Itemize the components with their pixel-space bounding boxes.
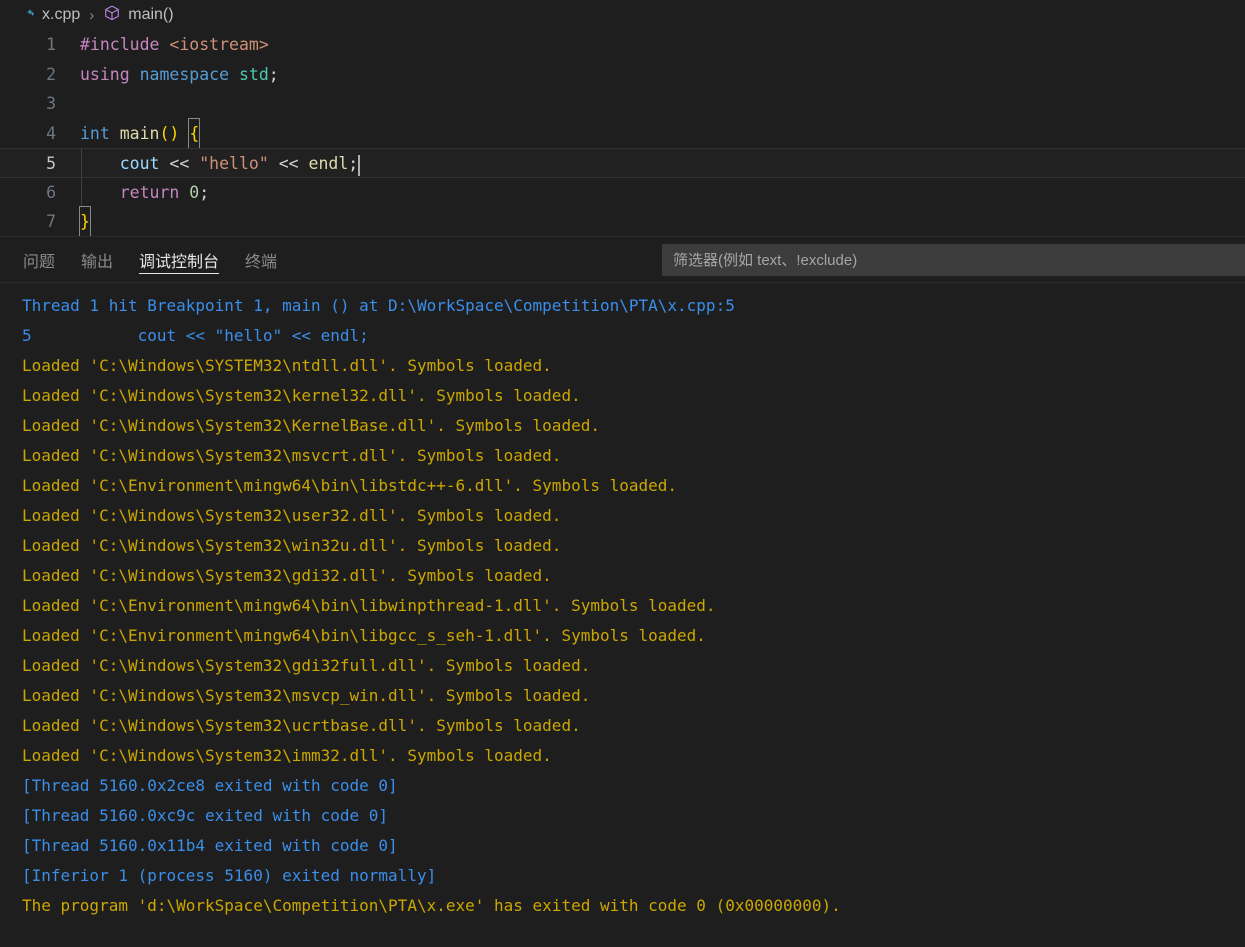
console-line: Thread 1 hit Breakpoint 1, main () at D:… — [22, 296, 735, 315]
console-line: 5 cout << "hello" << endl; — [22, 326, 369, 345]
console-line: [Thread 5160.0x11b4 exited with code 0] — [22, 836, 398, 855]
token-close-brace-matched: } — [79, 206, 91, 236]
console-line: Loaded 'C:\Windows\System32\gdi32full.dl… — [22, 656, 591, 675]
line-number: 7 — [46, 212, 56, 231]
token-parens: () — [159, 123, 180, 143]
debug-console-filter-box[interactable] — [662, 244, 1245, 276]
console-line: Loaded 'C:\Windows\System32\win32u.dll'.… — [22, 536, 562, 555]
token-using-keyword: using — [80, 64, 130, 84]
breadcrumb-item-symbol[interactable]: main() — [100, 4, 176, 27]
console-line: [Inferior 1 (process 5160) exited normal… — [22, 866, 437, 885]
breadcrumb-item-file[interactable]: x.cpp — [14, 4, 83, 27]
debug-console-filter-input[interactable] — [671, 250, 1245, 270]
symbol-method-cube-icon — [103, 4, 121, 27]
code-line-content: cout << "hello" << endl; — [80, 149, 361, 179]
tab-problems[interactable]: 问题 — [10, 237, 68, 282]
console-line: [Thread 5160.0xc9c exited with code 0] — [22, 806, 389, 825]
code-editor[interactable]: 1 #include <iostream> 2 using namespace … — [0, 30, 1245, 236]
token-include-directive: #include — [80, 35, 160, 54]
token-stream-operator: << — [159, 154, 200, 173]
token-string-literal: "hello" — [199, 154, 269, 173]
panel-tab-list: 问题 输出 调试控制台 终端 — [0, 237, 290, 282]
token-namespace-keyword: namespace — [139, 64, 230, 84]
panel-header: 问题 输出 调试控制台 终端 — [0, 237, 1245, 283]
line-number: 6 — [46, 182, 56, 202]
token-semicolon: ; — [199, 182, 210, 202]
token-semicolon: ; — [348, 154, 359, 173]
breadcrumb-file-label: x.cpp — [42, 6, 81, 23]
tab-terminal[interactable]: 终端 — [232, 237, 290, 282]
console-line: Loaded 'C:\Environment\mingw64\bin\libst… — [22, 476, 678, 495]
token-main-function: main — [119, 123, 160, 143]
code-line-4[interactable]: 4 int main() { — [0, 117, 1245, 149]
breadcrumb-separator-icon: › — [89, 6, 95, 24]
line-number: 2 — [46, 64, 56, 84]
breadcrumb: x.cpp › main() — [0, 0, 1245, 30]
console-line: Loaded 'C:\Windows\System32\kernel32.dll… — [22, 386, 581, 405]
console-line: The program 'd:\WorkSpace\Competition\PT… — [22, 896, 841, 915]
console-line: [Thread 5160.0x2ce8 exited with code 0] — [22, 776, 398, 795]
token-int-keyword: int — [80, 123, 110, 143]
code-line-content: int main() { — [80, 117, 201, 149]
bottom-panel: 问题 输出 调试控制台 终端 Thread 1 hit Breakpoint 1… — [0, 236, 1245, 947]
token-semicolon: ; — [268, 64, 279, 84]
tab-output[interactable]: 输出 — [68, 237, 126, 282]
console-line: Loaded 'C:\Windows\System32\ucrtbase.dll… — [22, 716, 581, 735]
token-endl-identifier: endl — [308, 154, 349, 173]
console-line: Loaded 'C:\Windows\System32\msvcp_win.dl… — [22, 686, 591, 705]
token-stream-operator: << — [268, 154, 309, 173]
text-cursor — [358, 155, 361, 176]
vscode-window: x.cpp › main() 1 #include <iostream> 2 u… — [0, 0, 1245, 947]
console-line: Loaded 'C:\Environment\mingw64\bin\libwi… — [22, 596, 716, 615]
console-line: Loaded 'C:\Windows\System32\KernelBase.d… — [22, 416, 600, 435]
line-number: 4 — [46, 123, 56, 143]
code-line-content: using namespace std; — [80, 60, 279, 90]
line-number: 3 — [46, 94, 56, 113]
breadcrumb-symbol-label: main() — [128, 6, 174, 23]
console-line: Loaded 'C:\Windows\System32\user32.dll'.… — [22, 506, 562, 525]
console-line: Loaded 'C:\Environment\mingw64\bin\libgc… — [22, 626, 706, 645]
token-std-identifier: std — [238, 64, 269, 84]
tab-debug-console-label: 调试控制台 — [139, 253, 220, 271]
cpp-file-icon — [17, 4, 35, 27]
code-line-3[interactable]: 3 — [0, 89, 1245, 119]
token-return-keyword: return — [119, 182, 180, 202]
code-line-2[interactable]: 2 using namespace std; — [0, 60, 1245, 90]
code-line-content: #include <iostream> — [80, 30, 269, 60]
tab-debug-console[interactable]: 调试控制台 — [126, 237, 232, 282]
tab-terminal-label: 终端 — [245, 253, 278, 271]
token-cout-identifier: cout — [119, 154, 160, 173]
code-line-5[interactable]: 5 cout << "hello" << endl; — [0, 148, 1245, 178]
console-line: Loaded 'C:\Windows\SYSTEM32\ntdll.dll'. … — [22, 356, 552, 375]
code-line-content: } — [79, 206, 91, 236]
debug-console-output[interactable]: Thread 1 hit Breakpoint 1, main () at D:… — [0, 283, 1245, 947]
console-line: Loaded 'C:\Windows\System32\msvcrt.dll'.… — [22, 446, 562, 465]
token-open-brace-matched: { — [188, 117, 201, 149]
console-line: Loaded 'C:\Windows\System32\imm32.dll'. … — [22, 746, 552, 765]
tab-output-label: 输出 — [81, 253, 114, 271]
tab-problems-label: 问题 — [23, 253, 56, 271]
code-line-7[interactable]: 7 } — [0, 206, 1245, 236]
code-line-content: return 0; — [80, 178, 209, 208]
code-line-1[interactable]: 1 #include <iostream> — [0, 30, 1245, 60]
code-line-6[interactable]: 6 return 0; — [0, 177, 1245, 208]
line-number: 5 — [46, 154, 56, 173]
line-number: 1 — [46, 35, 56, 54]
console-line: Loaded 'C:\Windows\System32\gdi32.dll'. … — [22, 566, 552, 585]
token-number-literal: 0 — [189, 182, 200, 202]
token-header-name: <iostream> — [169, 35, 269, 54]
